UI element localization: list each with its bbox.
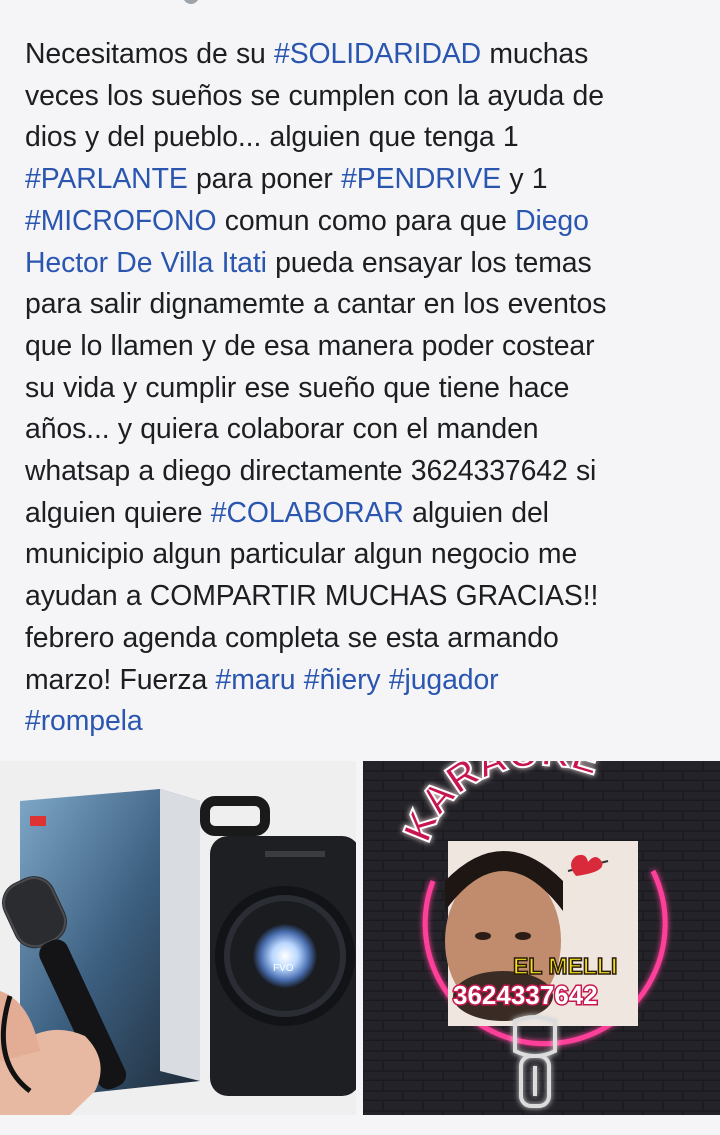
post-text-line: Necesitamos de su #SOLIDARIDAD muchas	[25, 34, 710, 76]
post-text-segment	[296, 664, 304, 696]
post-text-line: dios y del pueblo... alguien que tenga 1	[25, 117, 710, 159]
post-text-line: Hector De Villa Itati pueda ensayar los …	[25, 243, 710, 285]
hashtag-link[interactable]: #PARLANTE	[25, 163, 188, 195]
top-reaction-remnant	[183, 0, 199, 4]
hashtag-link[interactable]: #ñiery	[304, 664, 381, 696]
post-text-segment: ayudan a COMPARTIR MUCHAS GRACIAS!!	[25, 580, 599, 613]
post-text-segment: muchas	[481, 38, 589, 70]
post-photo-karaoke-flyer[interactable]: KARAOKE EL MELLI 3624337642	[363, 761, 720, 1115]
post-text-segment: para poner	[187, 163, 342, 196]
hashtag-link[interactable]: #maru	[216, 664, 296, 696]
post-text-segment: y 1	[501, 163, 548, 196]
post-text-line: #PARLANTE para poner #PENDRIVE y 1	[25, 159, 710, 201]
post-text-segment: años... y quiera colaborar con el manden	[25, 413, 539, 446]
post-text-line: febrero agenda completa se esta armando	[25, 618, 710, 660]
post-text-segment	[381, 664, 389, 696]
post-text-segment: dios y del pueblo... alguien que tenga 1	[25, 121, 519, 154]
karaoke-neon-flyer: KARAOKE EL MELLI 3624337642	[363, 761, 720, 1115]
post-footer-spacer	[0, 1115, 720, 1135]
post-text-segment: alguien quiere	[25, 496, 211, 529]
post-text-segment: veces los sueños se cumplen con la ayuda…	[25, 79, 604, 112]
post-text-line: #rompela	[25, 701, 710, 743]
post-text-segment: whatsap a diego directamente 3624337642 …	[25, 455, 597, 488]
post-text-line: años... y quiera colaborar con el manden	[25, 409, 710, 451]
hashtag-link[interactable]: #MICROFONO	[25, 205, 217, 237]
profile-mention-link[interactable]: Hector De Villa Itati	[25, 247, 267, 279]
post-text-line: veces los sueños se cumplen con la ayuda…	[25, 76, 710, 118]
post-text-segment: para salir dignamemte a cantar en los ev…	[25, 288, 607, 321]
post-text-line: marzo! Fuerza #maru #ñiery #jugador	[25, 660, 710, 702]
post-text-line: whatsap a diego directamente 3624337642 …	[25, 451, 710, 493]
hashtag-link[interactable]: #COLABORAR	[211, 497, 404, 529]
post-text-line: su vida y cumplir ese sueño que tiene ha…	[25, 368, 710, 410]
post-text-line: #MICROFONO comun como para que Diego	[25, 201, 710, 243]
post-text-segment: febrero agenda completa se esta armando	[25, 621, 559, 654]
post-text-line: ayudan a COMPARTIR MUCHAS GRACIAS!!	[25, 576, 710, 618]
post-text-line: alguien quiere #COLABORAR alguien del	[25, 493, 710, 535]
hashtag-link[interactable]: #PENDRIVE	[341, 163, 501, 195]
post-text-segment: municipio algun particular algun negocio…	[25, 538, 578, 571]
karaoke-name-label: EL MELLI	[513, 953, 617, 979]
post-text-line: para salir dignamemte a cantar en los ev…	[25, 284, 710, 326]
post-text-line: municipio algun particular algun negocio…	[25, 534, 710, 576]
post-text-segment: pueda ensayar los temas	[266, 246, 592, 279]
post-text-segment: que lo llamen y de esa manera poder cost…	[25, 329, 595, 362]
post-text-segment: su vida y cumplir ese sueño que tiene ha…	[25, 371, 570, 404]
post-photo-speaker[interactable]: FVO	[0, 761, 356, 1115]
post-text-segment: marzo! Fuerza	[25, 663, 216, 696]
profile-mention-link[interactable]: Diego	[515, 205, 589, 237]
post-text-line: que lo llamen y de esa manera poder cost…	[25, 326, 710, 368]
hashtag-link[interactable]: #rompela	[25, 705, 143, 737]
post-text-segment: Necesitamos de su	[25, 38, 275, 70]
speaker-microphone-photo: FVO	[0, 761, 356, 1115]
post-text-segment: comun como para que	[216, 204, 516, 237]
hashtag-link[interactable]: #jugador	[389, 664, 499, 696]
karaoke-phone-label: 3624337642	[453, 980, 598, 1010]
hashtag-link[interactable]: #SOLIDARIDAD	[274, 38, 481, 70]
post-text-segment: alguien del	[403, 496, 549, 529]
post-body-text: Necesitamos de su #SOLIDARIDAD muchas vec…	[25, 34, 710, 743]
speaker-brand-label: FVO	[273, 963, 294, 974]
